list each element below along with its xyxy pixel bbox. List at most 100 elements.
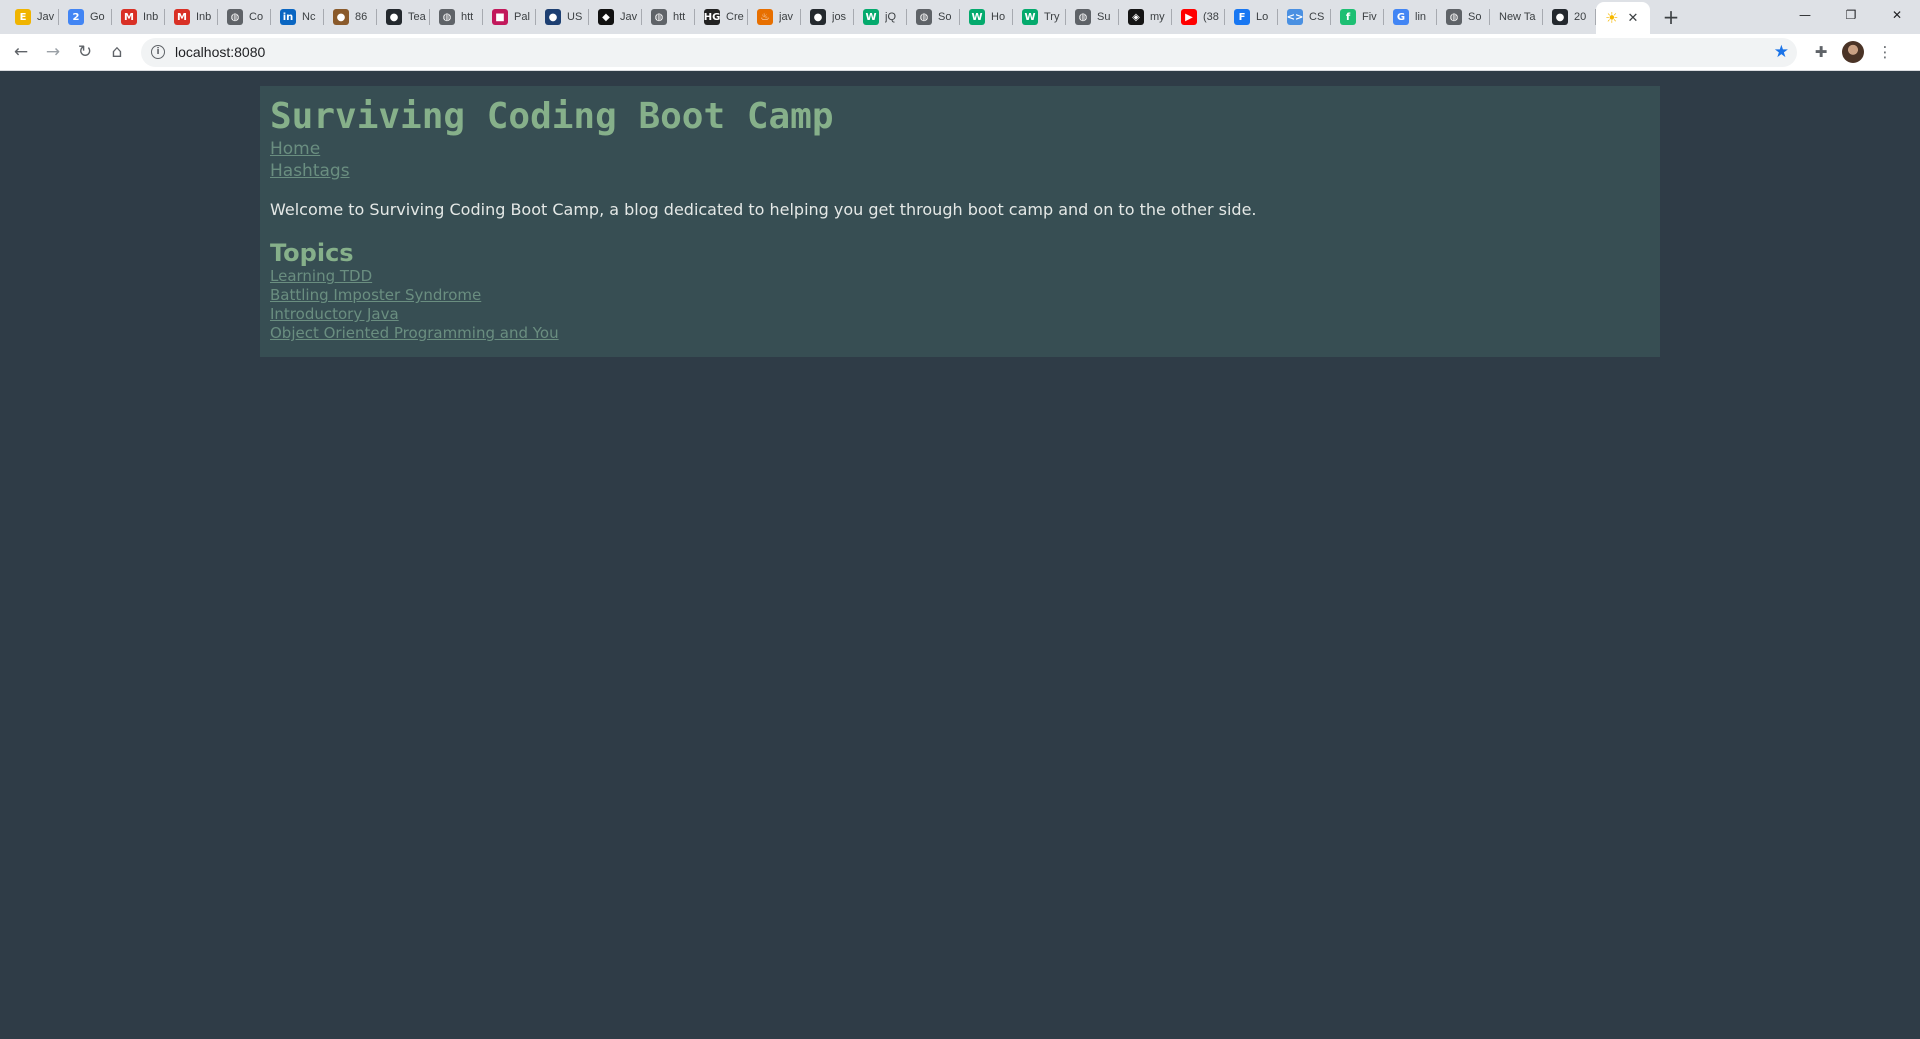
topic-link[interactable]: Learning TDD [270, 267, 1650, 286]
topic-link[interactable]: Object Oriented Programming and You [270, 324, 1650, 343]
codewars-icon: ◆ [598, 9, 614, 25]
tab-label: Ho [991, 11, 1006, 23]
github-icon: ● [386, 9, 402, 25]
profile-button[interactable] [1837, 36, 1869, 68]
browser-tab[interactable]: ● Tea [377, 0, 430, 34]
browser-tab[interactable]: Glin [1384, 0, 1437, 34]
tab-label: Lo [1256, 11, 1269, 23]
browser-tab[interactable]: W Try [1013, 0, 1066, 34]
home-icon: ⌂ [111, 42, 123, 62]
browser-menu-button[interactable]: ⋮ [1869, 36, 1901, 68]
youtube-icon: ▶ [1181, 9, 1197, 25]
browser-tab[interactable]: f Fiv [1331, 0, 1384, 34]
close-window-button[interactable]: ✕ [1874, 0, 1920, 30]
browser-tab[interactable]: F Lo [1225, 0, 1278, 34]
topic-link[interactable]: Introductory Java [270, 305, 1650, 324]
browser-tab-active[interactable]: ☀ ✕ [1596, 2, 1650, 34]
tab-label: 86 [355, 11, 368, 23]
browser-tab[interactable]: ▶ (38 [1172, 0, 1225, 34]
globe-icon: ◍ [916, 9, 932, 25]
browser-tab[interactable]: 2 Go [59, 0, 112, 34]
forward-button[interactable]: → [37, 36, 69, 68]
restore-button[interactable]: ❐ [1828, 0, 1874, 30]
minimize-button[interactable]: — [1782, 0, 1828, 30]
browser-tab[interactable]: ◍ htt [430, 0, 483, 34]
tab-label: Cre [726, 11, 744, 23]
browser-tab[interactable]: ◆ Jav [589, 0, 642, 34]
browser-tab[interactable]: M Inb [165, 0, 218, 34]
browser-tab[interactable]: E Jav [6, 0, 59, 34]
home-button[interactable]: ⌂ [101, 36, 133, 68]
puzzle-icon: ✚ [1814, 43, 1828, 61]
tab-list: E Jav 2 Go M Inb M Inb ◍ Co in Nc ● 86 ● Tea ◍ htt ■ Pal ● US… [0, 0, 1650, 34]
arrow-left-icon: ← [13, 42, 29, 62]
globe-icon: ◍ [651, 9, 667, 25]
topic-link[interactable]: Battling Imposter Syndrome [270, 286, 1650, 305]
bookmark-star-icon[interactable]: ★ [1774, 42, 1789, 62]
tab-label: 20 [1574, 11, 1587, 23]
kebab-menu-icon: ⋮ [1877, 43, 1893, 61]
browser-tab[interactable]: HG Cre [695, 0, 748, 34]
nav-link-hashtags[interactable]: Hashtags [270, 160, 1650, 182]
page-viewport: Surviving Coding Boot Camp Home Hashtags… [0, 71, 1920, 1039]
browser-tab[interactable]: New Ta [1490, 0, 1543, 34]
reload-icon: ↻ [77, 42, 93, 62]
topics-list: Learning TDD Battling Imposter Syndrome … [270, 267, 1650, 343]
tab-label: CS [1309, 11, 1325, 23]
tab-label: Try [1044, 11, 1060, 23]
tab-label: Su [1097, 11, 1111, 23]
gmail-icon: M [121, 9, 137, 25]
browser-tab[interactable]: ◍ Co [218, 0, 271, 34]
github-icon: ● [810, 9, 826, 25]
extensions-button[interactable]: ✚ [1805, 36, 1837, 68]
calendar-icon: 2 [68, 9, 84, 25]
tab-label: Co [249, 11, 264, 23]
browser-tab[interactable]: WjQ [854, 0, 907, 34]
uscis-icon: ● [545, 9, 561, 25]
address-bar[interactable]: i localhost:8080 ★ [141, 37, 1797, 67]
browser-tab[interactable]: in Nc [271, 0, 324, 34]
avatar [1842, 41, 1864, 63]
browser-tab[interactable]: <> CS [1278, 0, 1331, 34]
tab-label: jav [779, 11, 794, 23]
window-controls: — ❐ ✕ [1782, 0, 1920, 34]
globe-icon: ◍ [227, 9, 243, 25]
browser-tab[interactable]: ◍ Su [1066, 0, 1119, 34]
url-text[interactable]: localhost:8080 [175, 44, 265, 60]
browser-tab[interactable]: ● 20 [1543, 0, 1596, 34]
tab-label: lin [1415, 11, 1427, 23]
welcome-text: Welcome to Surviving Coding Boot Camp, a… [270, 200, 1257, 219]
tab-label: Jav [620, 11, 638, 23]
browser-tab[interactable]: ● 86 [324, 0, 377, 34]
page-title: Surviving Coding Boot Camp [270, 96, 834, 137]
browser-toolbar: ← → ↻ ⌂ i localhost:8080 ★ ✚ ⋮ [0, 34, 1920, 71]
browser-tab[interactable]: ◈ my [1119, 0, 1172, 34]
site-info-icon[interactable]: i [151, 45, 165, 59]
hg-icon: HG [704, 9, 720, 25]
browser-tab[interactable]: ● US [536, 0, 589, 34]
tab-label: So [1468, 11, 1482, 23]
browser-tab[interactable]: ◍ htt [642, 0, 695, 34]
close-tab-icon[interactable]: ✕ [1627, 11, 1638, 26]
w3schools-icon: W [969, 9, 985, 25]
tab-label: Tea [408, 11, 426, 23]
site-nav: Home Hashtags [270, 138, 1650, 182]
browser-tab[interactable]: ◍ So [1437, 0, 1490, 34]
back-button[interactable]: ← [5, 36, 37, 68]
browser-tab[interactable]: ■ Pal [483, 0, 536, 34]
nav-link-home[interactable]: Home [270, 138, 1650, 160]
new-tab-button[interactable]: + [1656, 2, 1686, 32]
tab-label: Jav [37, 11, 55, 23]
globe-icon: ◍ [1075, 9, 1091, 25]
palette-icon: ■ [492, 9, 508, 25]
browser-tab[interactable]: ● jos [801, 0, 854, 34]
reload-button[interactable]: ↻ [69, 36, 101, 68]
tab-label: Inb [196, 11, 212, 23]
codesandbox-icon: ◈ [1128, 9, 1144, 25]
tab-label: Inb [143, 11, 159, 23]
browser-tab[interactable]: W Ho [960, 0, 1013, 34]
browser-tab[interactable]: M Inb [112, 0, 165, 34]
code-icon: <> [1287, 9, 1303, 25]
browser-tab[interactable]: ♨ jav [748, 0, 801, 34]
browser-tab[interactable]: ◍ So [907, 0, 960, 34]
